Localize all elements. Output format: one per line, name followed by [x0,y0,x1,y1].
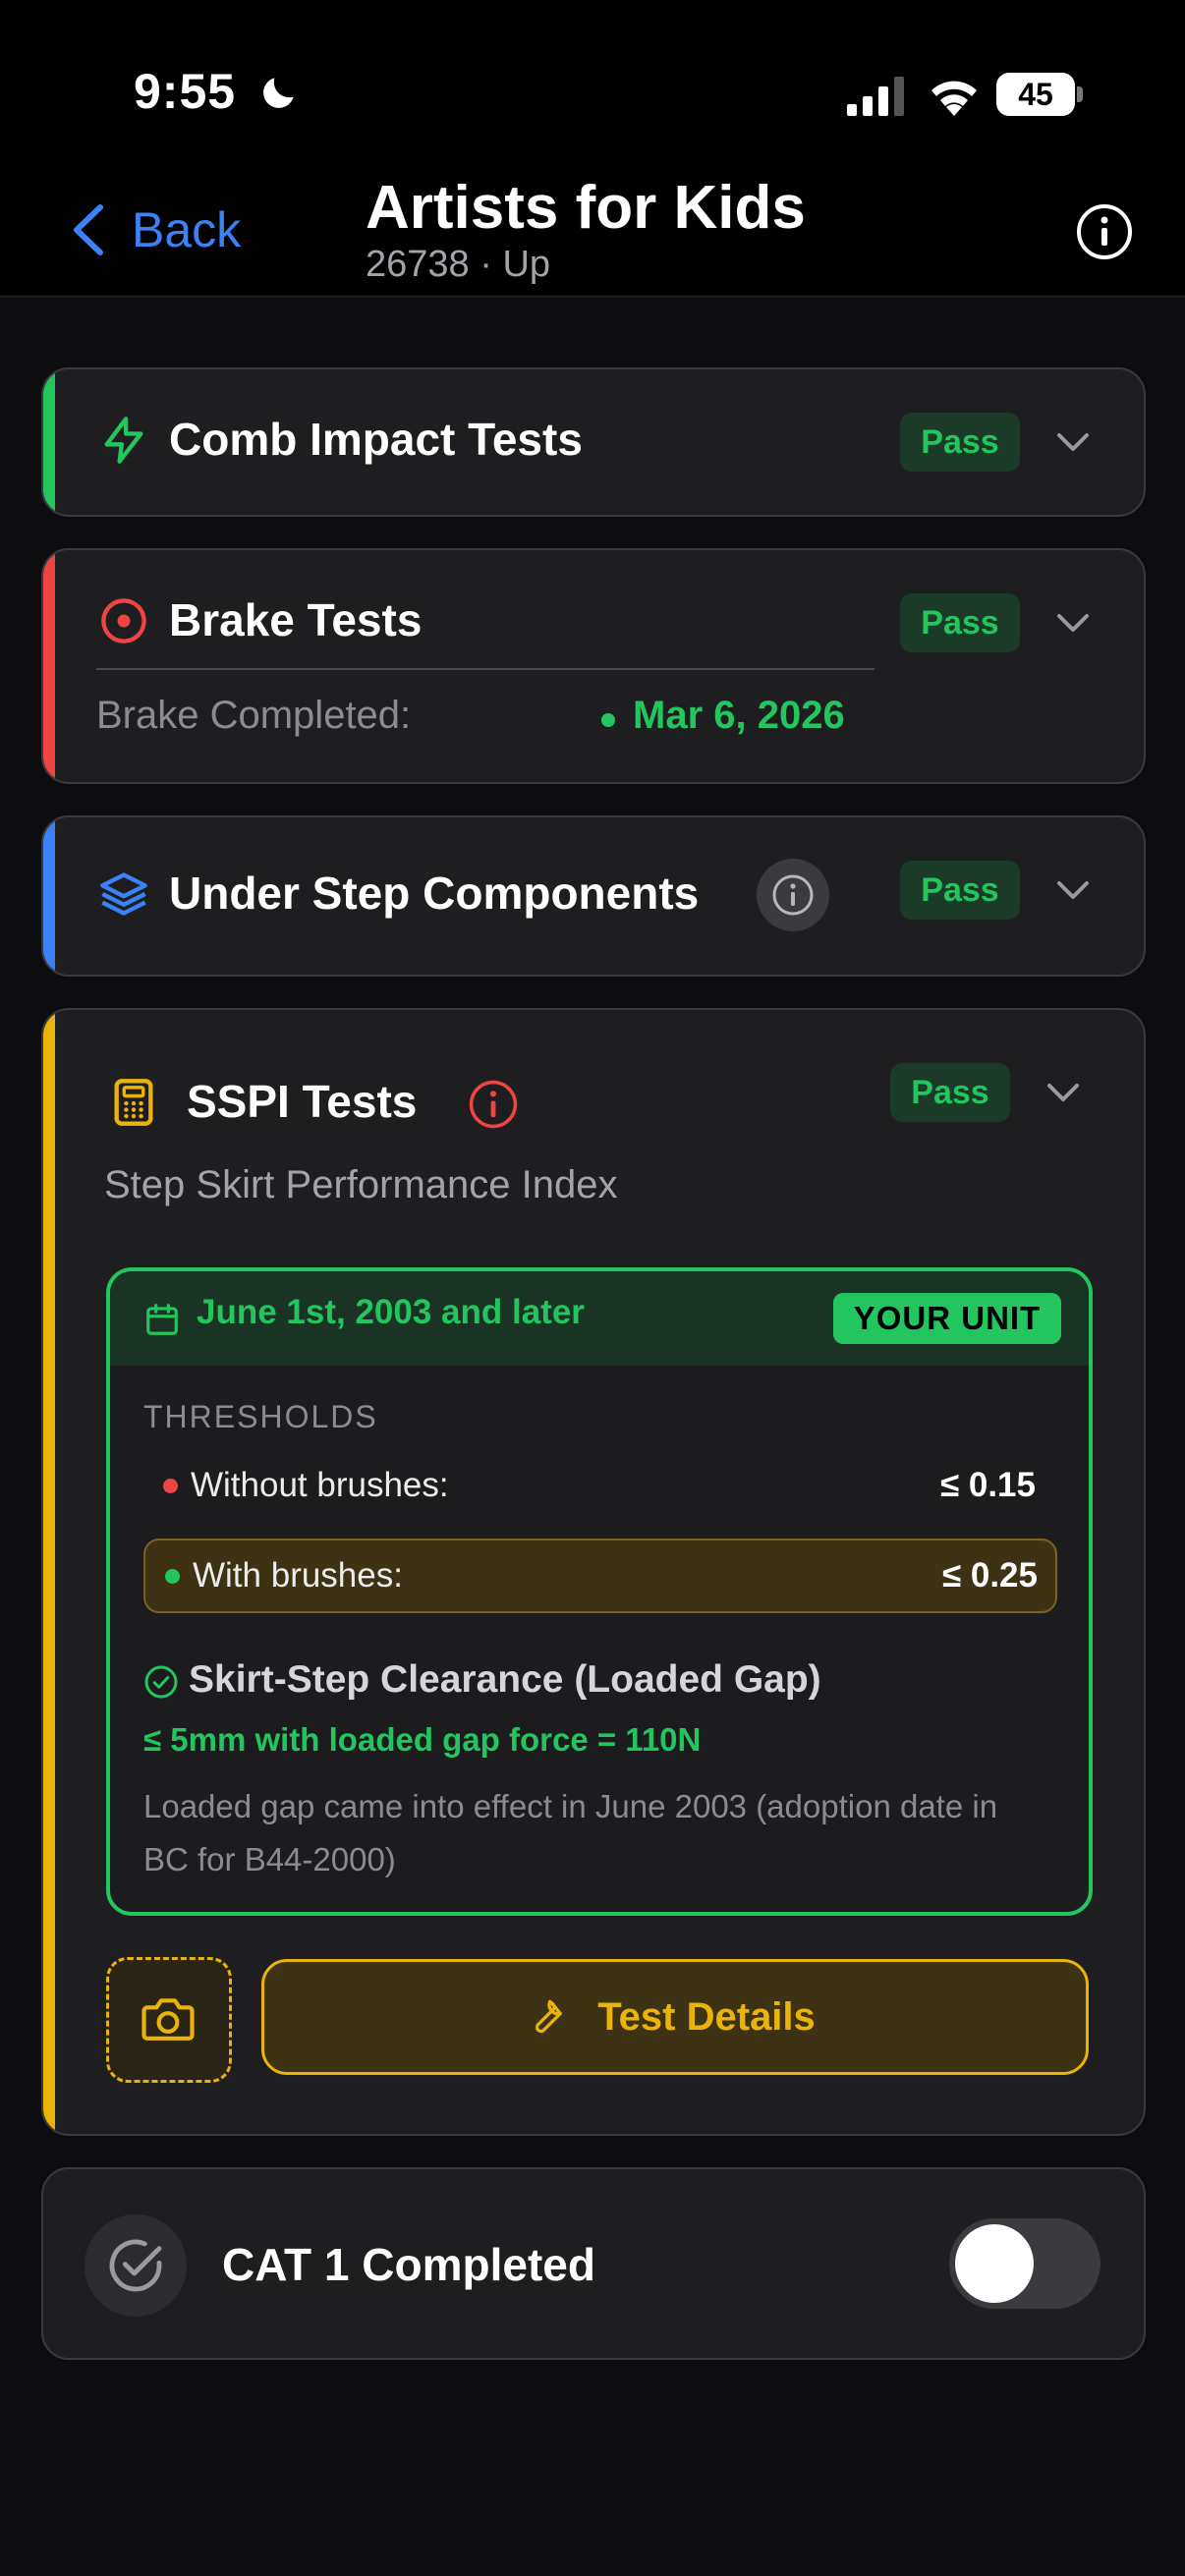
cat1-toggle[interactable] [949,2218,1100,2309]
section-sspi-tests: SSPI Tests Pass Step Skirt Performance I… [41,1008,1146,2136]
camera-icon [141,1998,195,2041]
chevron-down-icon[interactable] [1042,1071,1085,1114]
status-bar: 9:55 45 [0,0,1185,177]
threshold-row-with-brushes: With brushes: ≤ 0.25 [143,1539,1057,1613]
brake-completed-date: Mar 6, 2026 [633,694,845,737]
status-badge: Pass [890,1063,1010,1122]
section-cat1-completed: CAT 1 Completed [41,2167,1146,2360]
battery-level: 45 [996,73,1075,116]
target-icon [101,598,146,644]
section-brake-tests[interactable]: Brake Tests Pass Brake Completed: Mar 6,… [41,548,1146,784]
section-under-step[interactable]: Under Step Components Pass [41,815,1146,977]
back-label: Back [132,202,242,257]
chevron-down-icon[interactable] [1051,601,1095,644]
status-badge: Pass [900,413,1020,472]
status-badge: Pass [900,593,1020,652]
threshold-label: With brushes: [193,1556,403,1595]
wifi-icon [931,81,977,116]
test-details-label: Test Details [597,1995,816,2039]
chevron-left-icon [74,204,103,255]
cat1-label: CAT 1 Completed [222,2239,595,2290]
info-icon [772,874,814,916]
test-details-button[interactable]: Test Details [261,1959,1089,2075]
nav-divider [0,296,1185,298]
info-icon[interactable] [1075,202,1134,261]
lightning-icon [104,417,143,464]
section-comb-impact[interactable]: Comb Impact Tests Pass [41,367,1146,517]
add-photo-button[interactable] [106,1957,232,2083]
thresholds-heading: THRESHOLDS [143,1399,378,1434]
status-dot [165,1569,180,1584]
section-title: Under Step Components [169,868,700,919]
chevron-down-icon[interactable] [1051,420,1095,464]
status-dot [163,1479,178,1493]
clearance-title: Skirt-Step Clearance (Loaded Gap) [189,1658,821,1701]
page-title: Artists for Kids [366,174,806,242]
chevron-down-icon[interactable] [1051,868,1095,912]
threshold-label: Without brushes: [191,1466,449,1504]
section-title: Brake Tests [169,594,423,645]
brake-completed-label: Brake Completed: [96,694,412,737]
status-dot [601,713,615,727]
section-title: Comb Impact Tests [169,414,583,465]
battery-icon: 45 [996,73,1085,118]
layers-icon [100,872,147,916]
status-badge: Pass [900,861,1020,920]
your-unit-badge: YOUR UNIT [833,1293,1061,1344]
moon-icon [263,78,294,108]
back-button[interactable]: Back [69,200,241,259]
clearance-spec: ≤ 5mm with loaded gap force = 110N [143,1721,702,1758]
calculator-icon [114,1079,153,1126]
divider [96,668,875,670]
unit-date-range: June 1st, 2003 and later [197,1293,585,1331]
cellular-signal-icon [847,77,904,116]
threshold-value: ≤ 0.15 [939,1466,1036,1504]
unit-panel-header: June 1st, 2003 and later YOUR UNIT [110,1271,1089,1366]
section-subtitle: Step Skirt Performance Index [104,1163,618,1206]
check-circle-icon [109,2239,162,2292]
info-button[interactable] [757,859,829,931]
unit-threshold-panel: June 1st, 2003 and later YOUR UNIT THRES… [106,1267,1093,1916]
calendar-icon [146,1304,178,1335]
status-time: 9:55 [134,64,237,119]
info-icon[interactable] [468,1079,519,1130]
threshold-row-without-brushes: Without brushes: ≤ 0.15 [143,1450,1053,1521]
check-circle-icon [144,1665,178,1699]
toggle-knob [955,2224,1034,2303]
threshold-value: ≤ 0.25 [941,1556,1038,1595]
page-subtitle: 26738 · Up [366,244,551,285]
section-title: SSPI Tests [187,1076,418,1127]
completion-indicator [85,2214,187,2317]
clearance-note: Loaded gap came into effect in June 2003… [143,1788,998,1877]
